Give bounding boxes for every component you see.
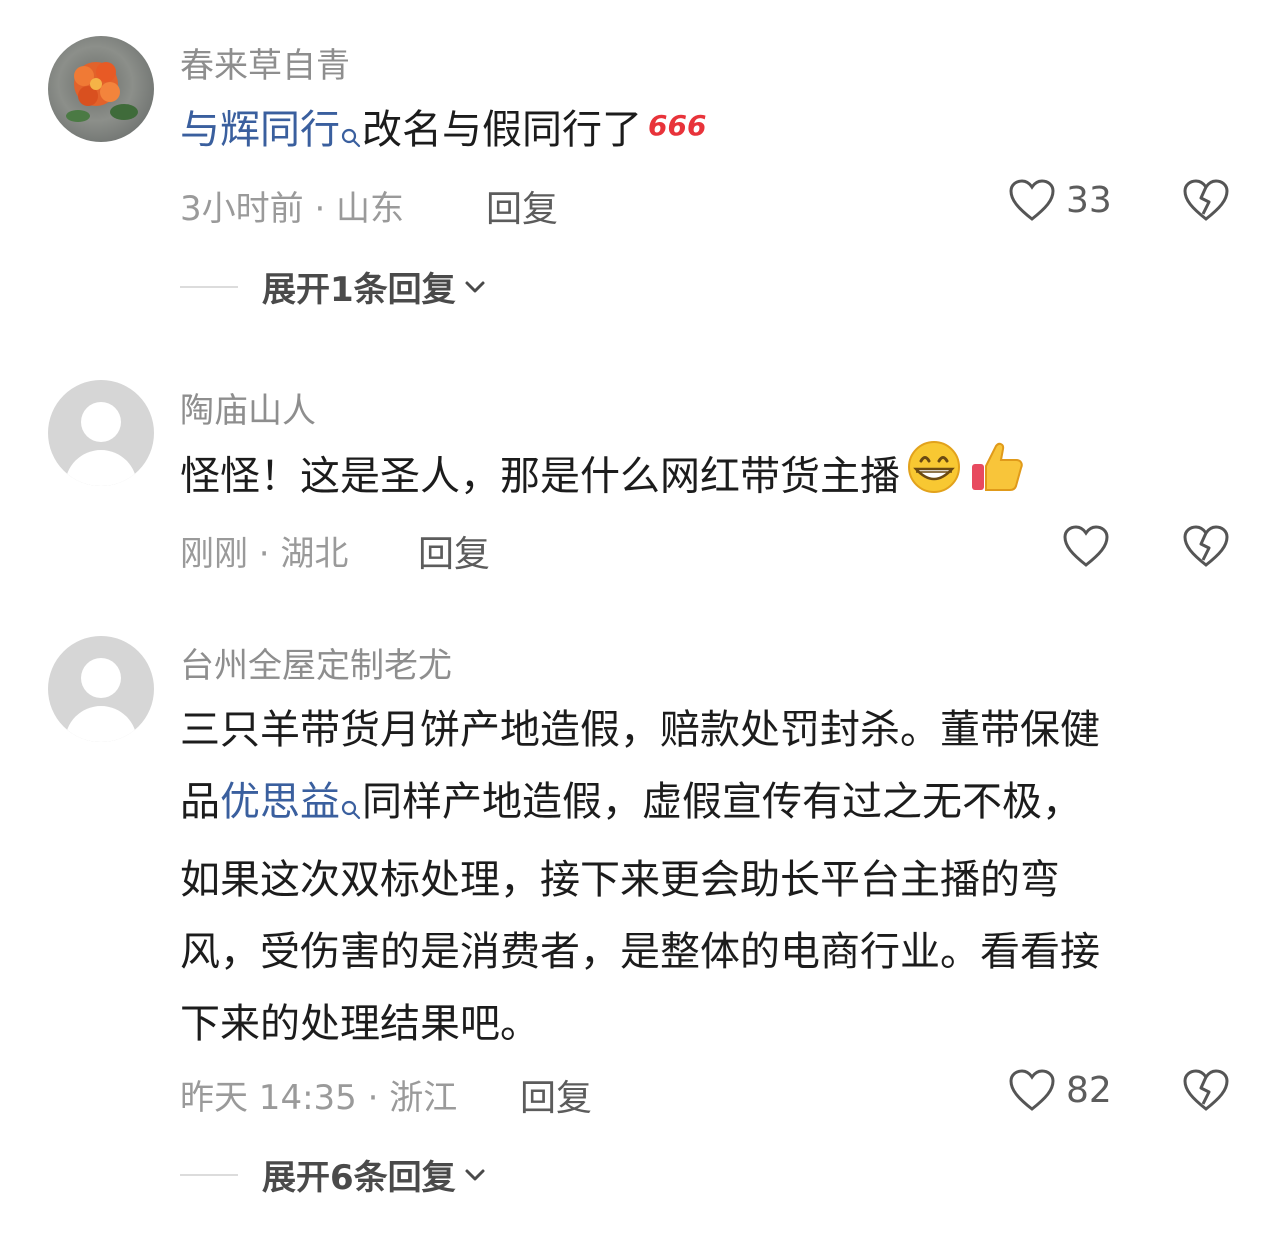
comment-text-body: 怪怪！这是圣人，那是什么网红带货主播 <box>180 453 900 500</box>
time-location: 刚刚 · 湖北 <box>180 534 349 574</box>
comment-text: 与辉同行 改名与假同行了 666 <box>180 94 1230 172</box>
like-button[interactable]: 33 <box>1008 178 1112 222</box>
search-icon <box>340 772 362 844</box>
reply-button[interactable]: 回复 <box>418 525 490 577</box>
expand-replies-button[interactable]: 展开1条回复 <box>180 262 486 311</box>
avatar-body-shape <box>65 706 137 742</box>
thumbs-up-icon <box>968 438 1026 519</box>
expand-replies-label: 展开1条回复 <box>262 270 456 310</box>
mention-link[interactable]: 优思益 <box>220 779 340 825</box>
avatar-head-shape <box>81 402 121 442</box>
chevron-down-icon <box>465 1169 485 1180</box>
like-count: 33 <box>1066 179 1112 221</box>
comment-text-body: 改名与假同行了 <box>362 107 642 153</box>
flower-photo-icon <box>66 62 138 122</box>
time-location: 3小时前 · 山东 <box>180 189 405 229</box>
avatar[interactable] <box>48 36 154 142</box>
broken-heart-icon <box>1183 1069 1229 1111</box>
comment-text: 三只羊带货月饼产地造假，赔款处罚封杀。董带保健 品优思益 同样产地造假，虚假宣传有… <box>180 694 1230 1060</box>
comment-username[interactable]: 台州全屋定制老尤 <box>180 638 452 687</box>
expand-replies-button[interactable]: 展开6条回复 <box>180 1150 486 1199</box>
comment-text-line: 风，受伤害的是消费者，是整体的电商行业。看看接 <box>180 929 1100 975</box>
avatar[interactable] <box>48 380 154 486</box>
comment-text-fragment: 同样产地造假，虚假宣传有过之无不极， <box>362 779 1082 825</box>
sticker-666-icon: 666 <box>646 96 708 168</box>
comment-username[interactable]: 陶庙山人 <box>180 383 316 432</box>
avatar-head-shape <box>81 658 121 698</box>
dislike-button[interactable] <box>1182 178 1230 226</box>
reply-button[interactable]: 回复 <box>486 180 558 232</box>
svg-text:666: 666 <box>648 109 706 142</box>
heart-icon <box>1063 525 1109 567</box>
avatar-body-shape <box>65 450 137 486</box>
time-location: 昨天 14:35 · 浙江 <box>180 1078 458 1118</box>
expand-replies-label: 展开6条回复 <box>262 1158 456 1198</box>
chevron-down-icon <box>465 281 485 292</box>
like-count: 82 <box>1066 1069 1112 1111</box>
heart-icon <box>1009 179 1055 221</box>
comment-username[interactable]: 春来草自青 <box>180 38 350 87</box>
heart-icon <box>1009 1069 1055 1111</box>
dislike-button[interactable] <box>1182 524 1230 572</box>
broken-heart-icon <box>1183 179 1229 221</box>
broken-heart-icon <box>1183 525 1229 567</box>
like-button[interactable] <box>1062 524 1120 568</box>
comment-text: 怪怪！这是圣人，那是什么网红带货主播 <box>180 438 1230 519</box>
comment-text-line: 品优思益 同样产地造假，虚假宣传有过之无不极， <box>180 766 1230 844</box>
grinning-face-icon <box>904 439 964 518</box>
divider <box>180 1173 238 1176</box>
comment-text-fragment: 品 <box>180 779 220 825</box>
comment-text-line: 三只羊带货月饼产地造假，赔款处罚封杀。董带保健 <box>180 707 1100 753</box>
comment-text-line: 下来的处理结果吧。 <box>180 1001 540 1047</box>
reply-button[interactable]: 回复 <box>520 1069 592 1121</box>
comment-text-line: 如果这次双标处理，接下来更会助长平台主播的弯 <box>180 857 1060 903</box>
avatar[interactable] <box>48 636 154 742</box>
dislike-button[interactable] <box>1182 1068 1230 1116</box>
mention-link[interactable]: 与辉同行 <box>180 107 340 153</box>
divider <box>180 285 238 288</box>
like-button[interactable]: 82 <box>1008 1068 1112 1112</box>
search-icon <box>340 100 362 172</box>
